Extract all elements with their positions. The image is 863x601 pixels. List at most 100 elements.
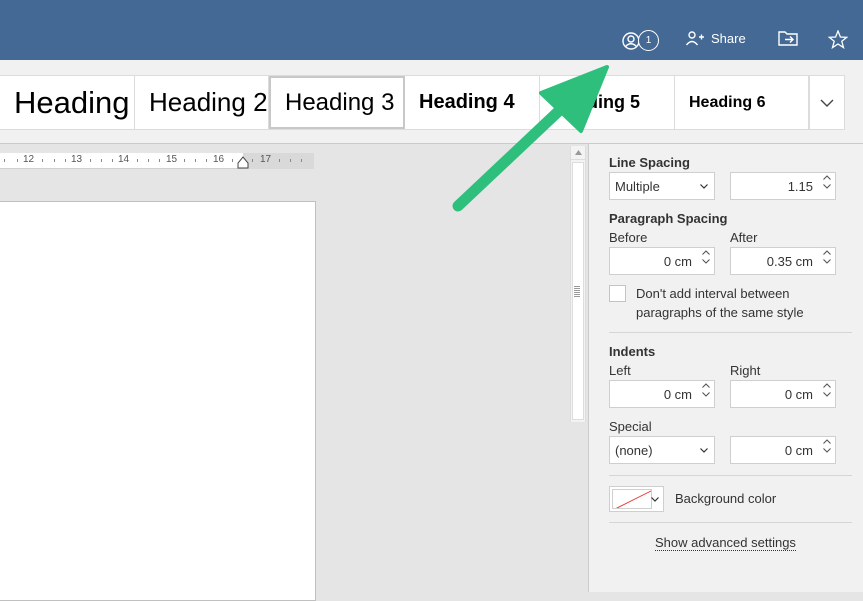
- style-heading-1[interactable]: Heading 1: [0, 76, 135, 129]
- spacing-before-input[interactable]: 0 cm: [609, 247, 715, 275]
- ruler-tick: [4, 159, 5, 162]
- spin-up-icon[interactable]: [702, 383, 710, 388]
- indent-left-label: Left: [609, 363, 631, 378]
- ruler-tick: [148, 159, 149, 162]
- style-heading-3[interactable]: Heading 3: [269, 76, 405, 129]
- no-interval-checkbox[interactable]: [609, 285, 626, 302]
- style-heading-2[interactable]: Heading 2: [135, 76, 269, 129]
- spin-down-icon[interactable]: [823, 392, 831, 397]
- users-button[interactable]: 1: [622, 30, 659, 51]
- indent-right-input[interactable]: 0 cm: [730, 380, 836, 408]
- spin-up-icon[interactable]: [823, 250, 831, 255]
- style-heading-4[interactable]: Heading 4: [405, 76, 540, 129]
- show-advanced-settings-link[interactable]: Show advanced settings: [655, 535, 796, 551]
- chevron-down-icon: [700, 447, 708, 453]
- paragraph-settings-panel: Line Spacing Multiple 1.15 Paragraph Spa…: [588, 144, 863, 592]
- ruler-tick: [90, 159, 91, 162]
- spin-down-icon[interactable]: [823, 184, 831, 189]
- favorite-button[interactable]: [828, 30, 848, 49]
- document-page[interactable]: [0, 201, 316, 601]
- ruler-tick: [137, 159, 138, 162]
- background-color-label: Background color: [675, 491, 777, 506]
- chevron-down-icon: [700, 183, 708, 189]
- style-heading-1-label: Heading 1: [14, 84, 134, 120]
- background-color-picker[interactable]: [609, 486, 664, 512]
- spin-down-icon[interactable]: [702, 392, 710, 397]
- ruler-tick: [65, 159, 66, 162]
- style-heading-2-label: Heading 2: [149, 87, 268, 117]
- chevron-down-icon: [820, 99, 834, 107]
- ruler-label: 14: [118, 154, 130, 165]
- horizontal-ruler[interactable]: 12 13 14 15 16 17: [0, 153, 314, 169]
- style-heading-6-label: Heading 6: [689, 93, 766, 111]
- ruler-tick: [159, 159, 160, 162]
- ruler-label: 13: [71, 154, 83, 165]
- ruler-tick: [112, 159, 113, 162]
- style-heading-5[interactable]: Heading 5: [540, 76, 675, 129]
- ruler-tick: [301, 159, 302, 162]
- line-spacing-mode-value: Multiple: [615, 178, 660, 194]
- ruler-tick: [42, 159, 43, 162]
- spin-down-icon[interactable]: [823, 259, 831, 264]
- ruler-tick: [54, 159, 55, 162]
- special-indent-input[interactable]: 0 cm: [730, 436, 836, 464]
- spacing-after-input[interactable]: 0.35 cm: [730, 247, 836, 275]
- no-interval-label-line1: Don't add interval between: [636, 286, 790, 301]
- spin-down-icon[interactable]: [823, 448, 831, 453]
- spin-up-icon[interactable]: [702, 250, 710, 255]
- folder-icon: [778, 31, 798, 46]
- line-spacing-value: 1.15: [787, 178, 813, 194]
- open-location-button[interactable]: [778, 30, 798, 46]
- spin-up-icon[interactable]: [823, 175, 831, 180]
- style-heading-5-label: Heading 5: [554, 92, 641, 112]
- ruler-label: 12: [23, 154, 35, 165]
- divider: [609, 522, 852, 523]
- no-color-swatch: [612, 489, 652, 509]
- ribbon: Heading 1 Heading 2 Heading 3 Heading 4 …: [0, 60, 863, 144]
- ruler-tick: [206, 159, 207, 162]
- right-indent-marker[interactable]: [237, 153, 249, 169]
- style-heading-6[interactable]: Heading 6: [675, 76, 809, 129]
- line-spacing-value-input[interactable]: 1.15: [730, 172, 836, 200]
- before-label: Before: [609, 230, 648, 245]
- special-indent-mode: (none): [615, 442, 653, 458]
- spin-up-icon[interactable]: [823, 383, 831, 388]
- vertical-scrollbar[interactable]: [570, 146, 586, 422]
- triangle-up-icon: [574, 150, 582, 155]
- spacing-after-value: 0.35 cm: [766, 253, 813, 269]
- indent-right-value: 0 cm: [784, 386, 813, 402]
- ruler-tick: [279, 159, 280, 162]
- ruler-tick: [17, 159, 18, 162]
- share-label: Share: [711, 30, 746, 46]
- top-bar: 1 Share: [0, 0, 863, 60]
- divider: [609, 475, 852, 476]
- share-user-icon: [685, 31, 704, 46]
- special-indent-select[interactable]: (none): [609, 436, 715, 464]
- style-gallery-more-button[interactable]: [809, 75, 845, 130]
- indent-right-label: Right: [730, 363, 761, 378]
- paragraph-spacing-title: Paragraph Spacing: [609, 211, 728, 226]
- share-button[interactable]: Share: [685, 30, 746, 46]
- ruler-label: 15: [166, 154, 178, 165]
- line-spacing-title: Line Spacing: [609, 155, 690, 170]
- style-gallery: Heading 1 Heading 2 Heading 3 Heading 4 …: [0, 75, 809, 130]
- divider: [609, 332, 852, 333]
- ruler-tick: [232, 159, 233, 162]
- scroll-up-button[interactable]: [571, 146, 585, 160]
- style-heading-3-label: Heading 3: [285, 88, 395, 116]
- spacing-before-value: 0 cm: [663, 253, 692, 269]
- ruler-tick: [101, 159, 102, 162]
- after-label: After: [730, 230, 758, 245]
- ruler-label: 16: [213, 154, 225, 165]
- no-interval-label-line2: paragraphs of the same style: [636, 305, 804, 320]
- spin-up-icon[interactable]: [823, 439, 831, 444]
- line-spacing-mode-select[interactable]: Multiple: [609, 172, 715, 200]
- indent-left-input[interactable]: 0 cm: [609, 380, 715, 408]
- ruler-tick: [290, 159, 291, 162]
- users-count-badge: 1: [638, 30, 659, 51]
- chevron-down-icon: [651, 497, 659, 502]
- spin-down-icon[interactable]: [702, 259, 710, 264]
- indent-left-value: 0 cm: [663, 386, 692, 402]
- special-indent-value: 0 cm: [784, 442, 813, 458]
- star-icon: [828, 30, 848, 49]
